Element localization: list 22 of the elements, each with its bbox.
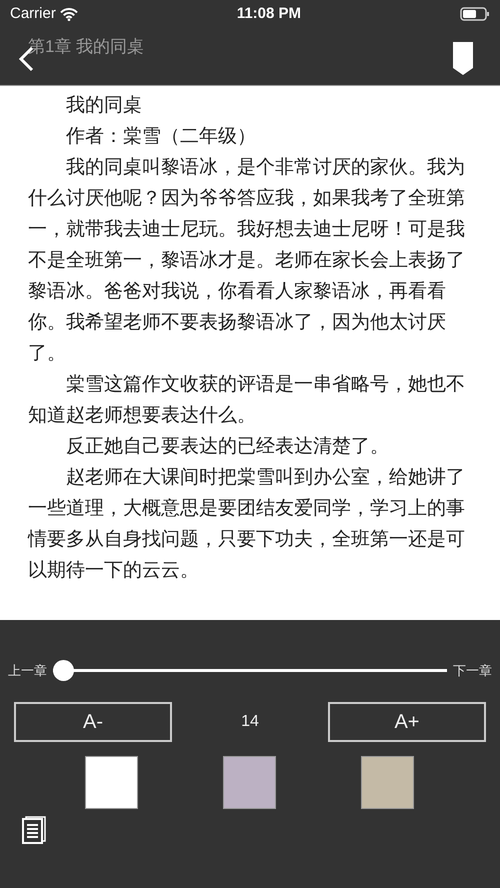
article-paragraph: 反正她自己要表达的已经表达清楚了。 <box>65 435 390 459</box>
background-color-swatch[interactable] <box>361 756 414 809</box>
wifi-icon <box>60 8 78 20</box>
article-paragraph: 作者：棠雪（二年级） <box>65 125 257 149</box>
article-paragraph: 我的同桌叫黎语冰，是个非常讨厌的家伙。我为什么讨厌他呢？因为爷爷答应我，如果我考了全班第一，就带我去迪士尼玩。我好想去迪士尼呀！可是我不是全班第一，黎语冰才是。老师在家长会上表扬了黎语冰。爸爸对我说，你看看人家黎语冰，再看看你。我希望老师不要表扬黎语冰了，因为他太讨厌了。 <box>28 156 466 366</box>
battery-icon <box>460 7 490 21</box>
article-paragraph: 赵老师在大课间时把棠雪叫到办公室，给她讲了一些道理，大概意思是要团结友爱同学，学习上的事情要多从自身找问题，只要下功夫，全班第一还是可以期待一下的云云。 <box>28 466 466 583</box>
chapter-title: 第1章 我的同桌 <box>28 36 144 58</box>
status-time: 11:08 PM <box>236 4 302 24</box>
next-chapter-link[interactable]: 下一章 <box>453 660 492 680</box>
previous-chapter-link[interactable]: 上一章 <box>8 660 47 680</box>
table-of-contents-button[interactable] <box>22 816 46 844</box>
slider-thumb[interactable] <box>53 660 74 681</box>
bookmark-button[interactable] <box>453 42 473 75</box>
increase-font-button[interactable]: A+ <box>328 702 486 742</box>
font-size-value: 14 <box>241 712 259 732</box>
article-paragraph: 我的同桌 <box>65 94 143 118</box>
background-color-swatch[interactable] <box>223 756 276 809</box>
decrease-font-button[interactable]: A- <box>14 702 172 742</box>
article-paragraph: 棠雪这篇作文收获的评语是一串省略号，她也不知道赵老师想要表达什么。 <box>28 373 466 428</box>
background-color-swatch[interactable] <box>85 756 138 809</box>
carrier-name: Carrier <box>10 4 56 24</box>
